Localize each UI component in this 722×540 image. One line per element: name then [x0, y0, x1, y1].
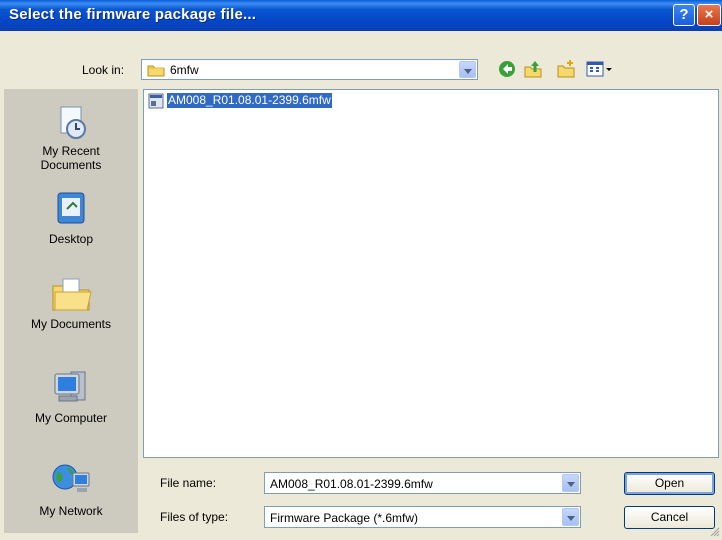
desktop-icon [57, 192, 85, 224]
file-open-dialog: Select the firmware package file... ? × … [0, 0, 722, 538]
up-folder-icon[interactable] [523, 59, 543, 79]
place-desktop[interactable]: Desktop [4, 189, 138, 246]
cancel-button[interactable]: Cancel [624, 506, 715, 529]
chevron-down-icon[interactable] [459, 61, 476, 78]
dialog-title: Select the firmware package file... [9, 6, 257, 23]
file-name-label: File name: [160, 476, 217, 490]
my-network-icon [52, 464, 90, 492]
title-bar[interactable]: Select the firmware package file... ? × [0, 0, 722, 31]
look-in-label: Look in: [82, 63, 125, 77]
place-my-recent-documents[interactable]: My Recent Documents [4, 103, 138, 172]
place-label: My Recent [42, 144, 100, 158]
look-in-value: 6mfw [170, 63, 199, 77]
back-icon[interactable] [497, 59, 517, 79]
place-label: My Network [39, 504, 103, 518]
my-documents-icon [52, 278, 92, 311]
file-name-value[interactable]: AM008_R01.08.01-2399.6mfw [270, 477, 433, 491]
open-button[interactable]: Open [624, 472, 715, 495]
my-computer-icon [54, 371, 86, 402]
file-name-input[interactable]: AM008_R01.08.01-2399.6mfw [264, 472, 581, 494]
chevron-down-icon[interactable] [562, 508, 579, 526]
file-type-label: Files of type: [160, 510, 229, 524]
file-list[interactable]: AM008_R01.08.01-2399.6mfw [143, 89, 719, 458]
place-label: Desktop [48, 232, 94, 246]
place-label: My Computer [34, 411, 108, 425]
folder-icon [147, 63, 165, 80]
new-folder-icon[interactable] [556, 59, 576, 79]
resize-grip-icon[interactable] [710, 526, 720, 537]
file-name: AM008_R01.08.01-2399.6mfw [167, 93, 332, 108]
view-menu-icon[interactable] [585, 59, 613, 79]
look-in-dropdown[interactable]: 6mfw [141, 59, 478, 80]
close-button[interactable]: × [697, 4, 721, 26]
file-type-dropdown[interactable]: Firmware Package (*.6mfw) [264, 506, 581, 528]
file-type-value: Firmware Package (*.6mfw) [270, 511, 419, 525]
recent-documents-icon [60, 106, 86, 139]
place-label: Documents [40, 158, 102, 172]
places-bar: My Recent Documents Desktop My Documents… [4, 89, 138, 533]
chevron-down-icon[interactable] [562, 474, 579, 492]
help-button[interactable]: ? [673, 4, 695, 26]
place-label: My Documents [30, 317, 112, 331]
place-my-network[interactable]: My Network [4, 459, 138, 518]
firmware-file-icon [148, 93, 164, 112]
place-my-computer[interactable]: My Computer [4, 366, 138, 425]
place-my-documents[interactable]: My Documents [4, 274, 138, 331]
